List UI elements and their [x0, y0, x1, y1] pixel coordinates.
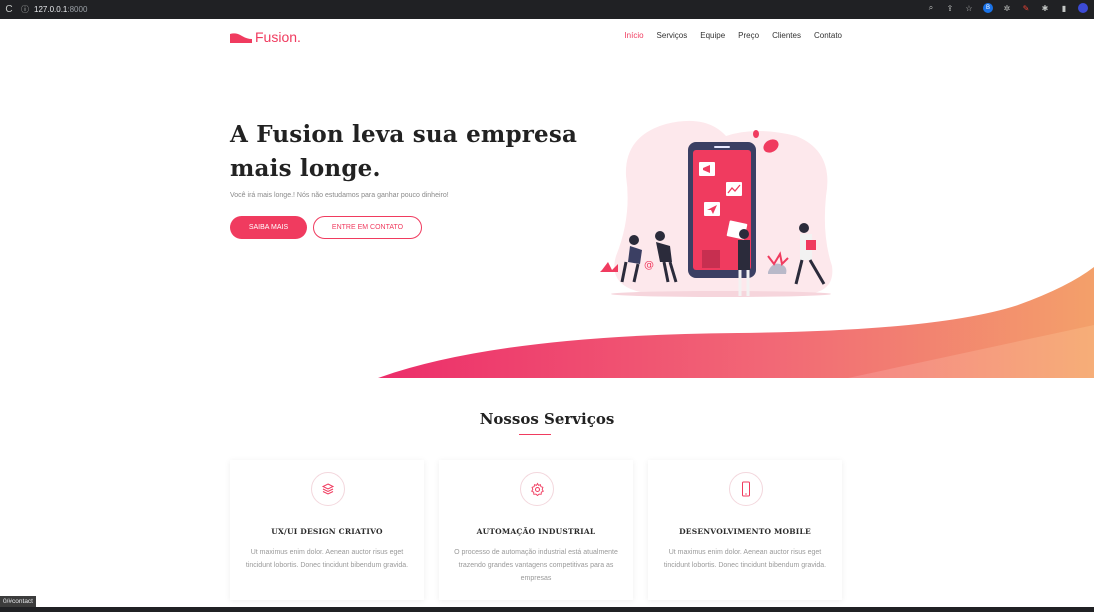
nav-item-equipe[interactable]: Equipe	[700, 31, 725, 40]
site-info-icon[interactable]: ⓘ	[18, 5, 32, 15]
address-bar[interactable]: 127.0.0.1:8000	[32, 5, 87, 14]
share-icon[interactable]: ⇪	[945, 3, 955, 13]
service-card-ux-ui: UX/UI DESIGN CRIATIVO Ut maximus enim do…	[230, 460, 424, 600]
nav-item-servicos[interactable]: Serviços	[657, 31, 688, 40]
extension-icon[interactable]: B	[983, 3, 993, 13]
reload-icon[interactable]: C	[0, 4, 18, 15]
extensions-puzzle-icon[interactable]: ✱	[1040, 3, 1050, 13]
saiba-mais-button[interactable]: SAIBA MAIS	[230, 216, 307, 239]
profile-avatar[interactable]	[1078, 3, 1088, 13]
services-title-underline	[519, 434, 551, 435]
url-host: 127.0.0.1	[34, 5, 68, 14]
service-card-text: O processo de automação industrial está …	[454, 549, 618, 582]
service-card-text: Ut maximus enim dolor. Aenean auctor ris…	[663, 549, 827, 569]
services-title: Nossos Serviços	[479, 410, 615, 428]
mobile-icon	[729, 472, 763, 506]
logo-mark-icon	[230, 33, 252, 43]
extension-gear-icon[interactable]: ✲	[1002, 3, 1012, 13]
service-card-mobile: DESENVOLVIMENTO MOBILE Ut maximus enim d…	[648, 460, 842, 600]
window-bottom-edge	[0, 607, 1094, 612]
service-card-title: AUTOMAÇÃO INDUSTRIAL	[476, 527, 596, 536]
extension-pen-icon[interactable]: ✎	[1021, 3, 1031, 13]
layers-icon	[311, 472, 345, 506]
brand-logo[interactable]: Fusion.	[230, 29, 301, 45]
url-port: :8000	[67, 5, 88, 14]
browser-toolbar: C ⓘ 127.0.0.1:8000 ⌕ ⇪ ☆ B ✲ ✎ ✱ ▮	[0, 0, 1094, 19]
hero-wave-decoration	[378, 267, 1094, 378]
service-card-title: UX/UI DESIGN CRIATIVO	[271, 527, 383, 536]
bookmark-star-icon[interactable]: ☆	[964, 3, 974, 13]
hero-subtitle: Você irá mais longe.! Nós não estudamos …	[230, 192, 449, 199]
service-card-text: Ut maximus enim dolor. Aenean auctor ris…	[245, 549, 409, 569]
main-nav: Início Serviços Equipe Preço Clientes Co…	[624, 31, 842, 40]
services-cards: UX/UI DESIGN CRIATIVO Ut maximus enim do…	[230, 460, 842, 600]
nav-item-preco[interactable]: Preço	[738, 31, 759, 40]
brand-name: Fusion.	[255, 29, 301, 45]
nav-item-inicio[interactable]: Início	[624, 31, 643, 40]
nav-item-contato[interactable]: Contato	[814, 31, 842, 40]
zoom-icon[interactable]: ⌕	[926, 3, 936, 13]
side-panel-icon[interactable]: ▮	[1059, 3, 1069, 13]
service-card-title: DESENVOLVIMENTO MOBILE	[679, 527, 811, 536]
service-card-automacao: AUTOMAÇÃO INDUSTRIAL O processo de autom…	[439, 460, 633, 600]
gear-icon	[520, 472, 554, 506]
nav-item-clientes[interactable]: Clientes	[772, 31, 801, 40]
entre-em-contato-button[interactable]: ENTRE EM CONTATO	[313, 216, 422, 239]
hero-title: A Fusion leva sua empresa mais longe.	[230, 121, 578, 182]
